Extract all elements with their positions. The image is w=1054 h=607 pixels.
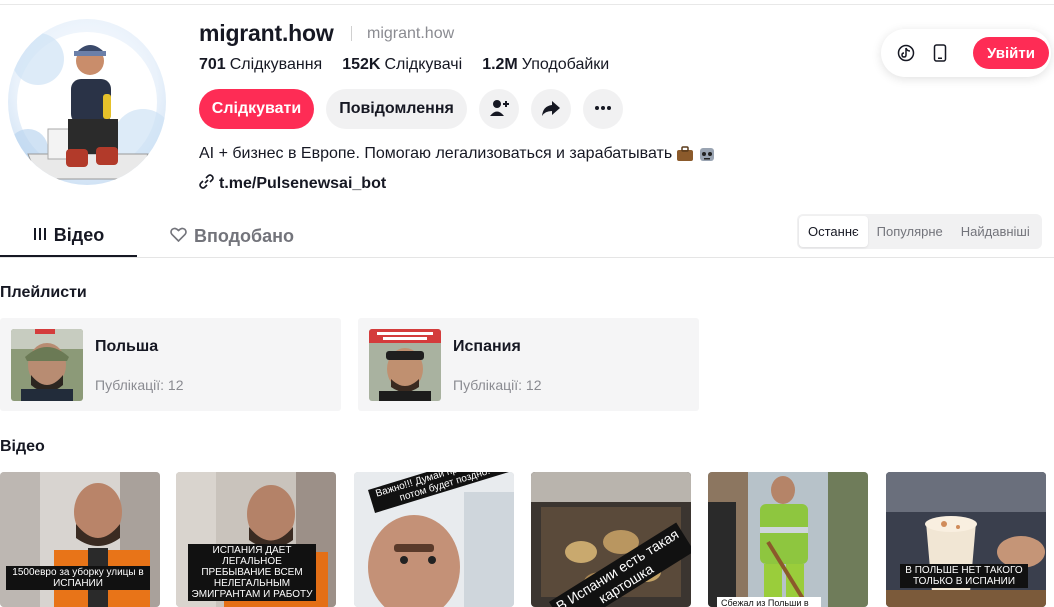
tiktok-icon[interactable] (895, 42, 917, 64)
video-caption: В ПОЛЬШЕ НЕТ ТАКОГО ТОЛЬКО В ИСПАНИИ (900, 564, 1028, 588)
grid-icon (33, 225, 47, 246)
video-card[interactable]: В Испании есть такая картошка (531, 472, 691, 607)
video-card[interactable]: Важно!!! Думай прямо сейчас потом будет … (354, 472, 514, 607)
more-options-button[interactable] (583, 89, 623, 129)
playlist-count: Публікації: 12 (453, 377, 542, 393)
profile-actions: Слідкувати Повідомлення (199, 89, 623, 129)
more-dots-icon (593, 98, 613, 121)
share-button[interactable] (531, 89, 571, 129)
sort-popular[interactable]: Популярне (868, 216, 952, 247)
profile-stats: 701 Слідкування 152K Слідкувачі 1.2M Уподоб… (199, 56, 609, 74)
following-label: Слідкування (229, 56, 323, 73)
playlists-heading: Плейлисти (0, 284, 87, 301)
bio: AI + бизнес в Европе. Помогаю легализова… (199, 145, 716, 163)
mobile-app-icon[interactable] (929, 42, 951, 64)
stat-likes: 1.2M Уподобайки (482, 56, 609, 74)
tab-videos-label: Відео (53, 224, 105, 245)
tab-liked[interactable]: Вподобано (170, 215, 294, 257)
video-card[interactable]: 1500евро за уборку улицы в ИСПАНИИ (0, 472, 160, 607)
add-person-icon (489, 98, 509, 121)
sort-oldest[interactable]: Найдавніші (952, 216, 1039, 247)
followers-label: Слідкувачі (384, 56, 463, 73)
video-caption: Сбежал из Польши в (717, 597, 821, 607)
top-divider (0, 4, 1054, 5)
following-count: 701 (199, 56, 226, 73)
avatar[interactable] (8, 19, 166, 185)
sort-toggle: Останнє Популярне Найдавніші (797, 214, 1042, 249)
followers-count: 152K (342, 56, 381, 73)
playlist-thumbnail (369, 329, 441, 401)
share-icon (541, 98, 561, 121)
robot-emoji-icon (698, 146, 716, 162)
follow-button[interactable]: Слідкувати (199, 89, 314, 129)
likes-label: Уподобайки (521, 56, 610, 73)
tab-liked-label: Вподобано (194, 225, 295, 246)
tab-videos[interactable]: Відео (0, 215, 137, 257)
playlist-name: Испания (453, 338, 521, 355)
stat-followers[interactable]: 152K Слідкувачі (342, 56, 462, 74)
message-button[interactable]: Повідомлення (326, 89, 467, 129)
header-login-pill: Увійти (881, 29, 1051, 77)
bio-text: AI + бизнес в Европе. Помогаю легализова… (199, 145, 673, 162)
video-card[interactable]: ИСПАНИЯ ДАЕТ ЛЕГАЛЬНОЕ ПРЕБЫВАНИЕ ВСЕМ Н… (176, 472, 336, 607)
playlist-card[interactable]: Испания Публікації: 12 (358, 318, 699, 411)
profile-link[interactable]: t.me/Pulsenewsai_bot (199, 174, 386, 194)
suggested-accounts-button[interactable] (479, 89, 519, 129)
playlist-card[interactable]: Польша Публікації: 12 (0, 318, 341, 411)
username: migrant.how (199, 20, 334, 46)
nickname: migrant.how (367, 25, 455, 42)
video-card[interactable]: Сбежал из Польши в (708, 472, 868, 607)
sort-latest[interactable]: Останнє (799, 216, 868, 247)
link-icon (199, 174, 214, 194)
briefcase-emoji-icon (676, 146, 694, 162)
videos-heading: Відео (0, 438, 45, 455)
link-text: t.me/Pulsenewsai_bot (219, 175, 387, 192)
video-card[interactable]: В ПОЛЬШЕ НЕТ ТАКОГО ТОЛЬКО В ИСПАНИИ (886, 472, 1046, 607)
playlist-name: Польша (95, 338, 159, 355)
name-separator (351, 26, 352, 41)
video-caption: ИСПАНИЯ ДАЕТ ЛЕГАЛЬНОЕ ПРЕБЫВАНИЕ ВСЕМ Н… (188, 544, 316, 601)
playlist-thumbnail (11, 329, 83, 401)
video-caption: 1500евро за уборку улицы в ИСПАНИИ (6, 566, 150, 590)
playlist-count: Публікації: 12 (95, 377, 184, 393)
stat-following[interactable]: 701 Слідкування (199, 56, 322, 74)
login-button[interactable]: Увійти (973, 37, 1049, 69)
heart-icon (170, 226, 187, 247)
likes-count: 1.2M (482, 56, 518, 73)
